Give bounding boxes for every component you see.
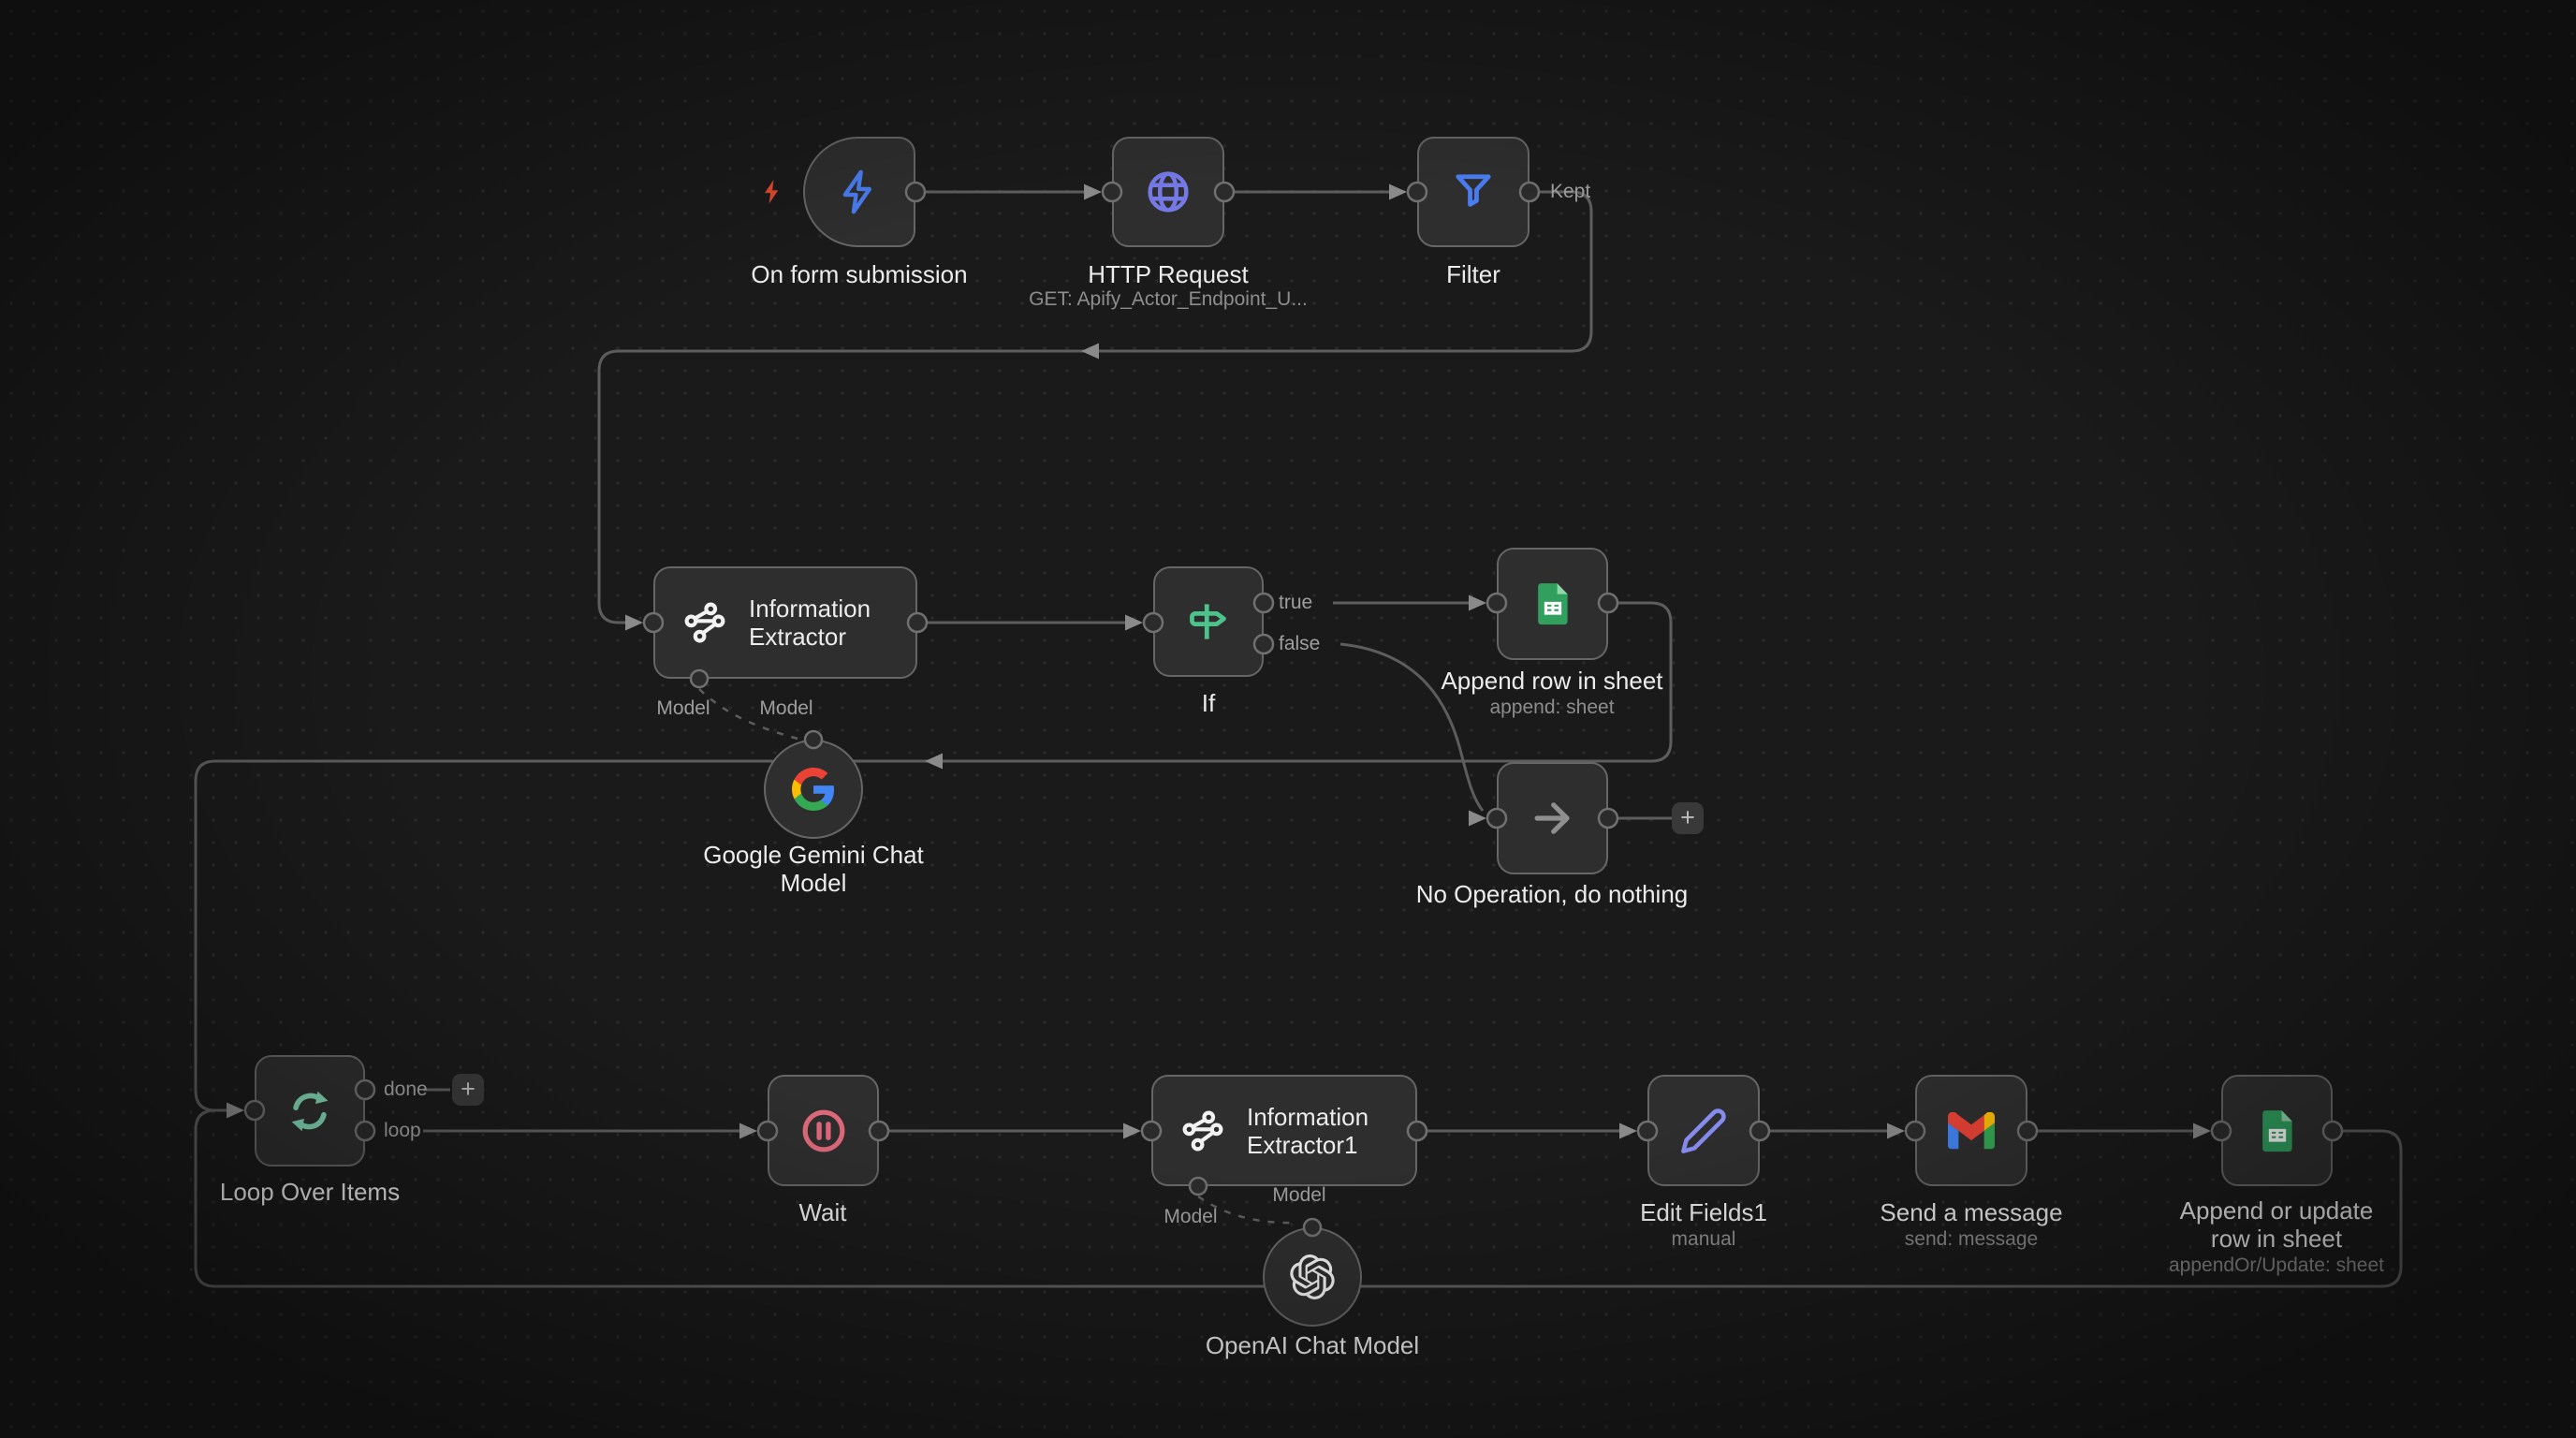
input-port[interactable]: [1638, 1122, 1657, 1140]
output-port[interactable]: [1750, 1122, 1769, 1140]
if-false-label: false: [1279, 633, 1320, 655]
add-node-plus-button[interactable]: +: [452, 1074, 484, 1106]
output-port[interactable]: [1408, 1122, 1427, 1140]
input-port[interactable]: [2212, 1122, 2231, 1140]
node-subtitle: send: message: [1859, 1228, 2084, 1251]
input-port[interactable]: [1487, 594, 1506, 612]
loop-loop-label: loop: [384, 1120, 421, 1142]
output-port[interactable]: [908, 613, 927, 632]
output-port[interactable]: [2018, 1122, 2037, 1140]
node-label: Wait: [729, 1198, 916, 1226]
output-port[interactable]: [1520, 183, 1539, 201]
add-node-plus-button[interactable]: +: [1672, 802, 1704, 834]
node-subtitle: appendOr/Update: sheet: [2136, 1255, 2417, 1277]
if-true-label: true: [1279, 592, 1312, 614]
node-label: HTTP Request: [972, 260, 1365, 288]
output-port-label: Kept: [1550, 181, 1590, 203]
output-port[interactable]: [1599, 594, 1617, 612]
model-port-label: Model: [1164, 1206, 1217, 1228]
node-label: OpenAI Chat Model: [1153, 1331, 1471, 1359]
model-link-label: Model: [759, 697, 812, 720]
output-port[interactable]: [906, 183, 925, 201]
input-port[interactable]: [245, 1101, 264, 1120]
output-port[interactable]: [2323, 1122, 2342, 1140]
node-label: Edit Fields1: [1582, 1198, 1825, 1226]
input-port[interactable]: [1487, 809, 1506, 828]
workflow-canvas[interactable]: On form submission HTTP Request GET: Api…: [0, 0, 2576, 1438]
model-link-label: Model: [1272, 1184, 1325, 1207]
node-label: Loop Over Items: [169, 1178, 450, 1206]
node-label: Append row in sheet: [1402, 667, 1702, 695]
input-port[interactable]: [1906, 1122, 1925, 1140]
node-label: Append or update row in sheet: [2159, 1196, 2394, 1253]
model-input-port[interactable]: [805, 731, 822, 748]
node-subtitle: append: sheet: [1412, 697, 1692, 719]
output-port[interactable]: [870, 1122, 888, 1140]
node-label: No Operation, do nothing: [1355, 880, 1749, 908]
input-port[interactable]: [1142, 1122, 1161, 1140]
output-port[interactable]: [1599, 809, 1617, 828]
output-port[interactable]: [1215, 183, 1234, 201]
output-port-loop[interactable]: [356, 1122, 374, 1140]
input-port[interactable]: [1144, 613, 1163, 632]
node-label: Send a message: [1840, 1198, 2102, 1226]
model-port-label: Model: [656, 697, 710, 720]
input-port[interactable]: [1408, 183, 1427, 201]
node-subtitle: manual: [1610, 1228, 1797, 1251]
node-label: Google Gemini Chat Model: [673, 841, 954, 897]
output-port-done[interactable]: [356, 1080, 374, 1099]
output-port-true[interactable]: [1254, 594, 1273, 612]
node-label: If: [1115, 689, 1302, 717]
loop-done-label: done: [384, 1078, 428, 1101]
input-port[interactable]: [758, 1122, 777, 1140]
output-port-false[interactable]: [1254, 635, 1273, 653]
input-port[interactable]: [644, 613, 663, 632]
node-subtitle: GET: Apify_Actor_Endpoint_U...: [953, 288, 1383, 311]
model-port[interactable]: [1190, 1178, 1207, 1195]
model-port[interactable]: [691, 670, 708, 687]
model-input-port[interactable]: [1304, 1219, 1321, 1236]
node-label: Filter: [1333, 260, 1614, 288]
input-port[interactable]: [1103, 183, 1121, 201]
